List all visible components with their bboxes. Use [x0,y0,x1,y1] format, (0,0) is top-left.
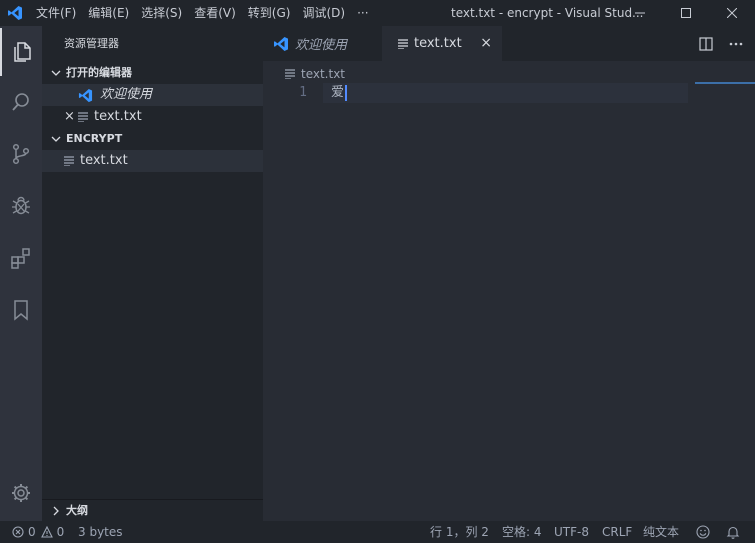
settings-activity-button[interactable] [0,469,42,517]
menu-go[interactable]: 转到(G) [242,0,297,26]
error-icon [12,526,24,538]
open-editor-label: text.txt [94,109,142,124]
window-title: text.txt - encrypt - Visual Stud... [451,6,644,20]
code-line[interactable]: 爱 [331,83,344,103]
file-item-text[interactable]: text.txt [42,150,263,172]
extensions-activity-button[interactable] [0,234,42,282]
close-editor-button[interactable]: × [64,106,78,128]
cursor-position[interactable]: 行 1，列 2 [430,521,489,543]
bookmark-icon [14,300,28,321]
maximize-button[interactable] [663,0,709,26]
split-editor-icon [699,36,713,51]
split-editor-button[interactable] [691,26,721,61]
folder-header[interactable]: ENCRYPT [42,128,263,150]
overview-ruler-marker [695,82,755,84]
smiley-icon [696,525,710,539]
search-icon [12,93,29,111]
more-actions-button[interactable] [721,26,751,61]
vscode-logo-icon [0,0,30,26]
explorer-sidebar: 资源管理器 打开的编辑器 欢迎使用 × text.txt ENCRYPT tex… [42,26,263,521]
text-file-icon [78,112,94,122]
language-mode[interactable]: 纯文本 [643,521,679,543]
problems-indicator[interactable]: 0 0 [12,521,64,543]
tab-label: 欢迎使用 [295,38,348,53]
title-bar: 文件(F) 编辑(E) 选择(S) 查看(V) 转到(G) 调试(D) ··· … [0,0,755,26]
breadcrumb-label: text.txt [301,67,346,81]
explorer-activity-button[interactable] [0,28,42,76]
extensions-icon [11,248,30,269]
current-line-highlight [323,83,688,103]
text-file-icon [64,156,80,166]
chevron-down-icon [46,68,66,78]
breadcrumb[interactable]: text.txt [285,65,345,83]
files-icon [14,42,31,62]
maximize-icon [681,8,691,18]
open-editor-label: 欢迎使用 [100,87,153,102]
editor-actions [691,26,755,61]
tab-welcome[interactable]: 欢迎使用 [263,26,382,61]
sidebar-title: 资源管理器 [64,37,119,50]
indentation[interactable]: 空格: 4 [502,521,542,543]
bell-icon [726,526,740,539]
open-editors-label: 打开的编辑器 [66,66,132,79]
open-editors-header[interactable]: 打开的编辑器 [42,62,263,84]
debug-activity-button[interactable] [0,182,42,230]
text-cursor [345,85,347,101]
chevron-right-icon [46,506,66,516]
menu-bar: 文件(F) 编辑(E) 选择(S) 查看(V) 转到(G) 调试(D) ··· [30,0,375,26]
close-icon [727,8,737,18]
minimize-icon [635,12,645,14]
menu-selection[interactable]: 选择(S) [135,0,188,26]
encoding[interactable]: UTF-8 [554,521,589,543]
line-number: 1 [299,85,307,100]
file-size: 3 bytes [78,525,123,539]
file-label: text.txt [80,153,128,168]
error-count: 0 [28,525,36,539]
menu-edit[interactable]: 编辑(E) [82,0,135,26]
outline-label: 大纲 [66,503,88,517]
chevron-down-icon [46,134,66,144]
close-window-button[interactable] [709,0,755,26]
menu-more[interactable]: ··· [351,0,374,26]
vscode-logo-icon [78,88,94,103]
text-file-icon [398,38,414,49]
ellipsis-icon [729,42,743,45]
close-tab-button[interactable]: × [480,26,492,61]
search-activity-button[interactable] [0,78,42,126]
notifications-button[interactable] [726,521,740,543]
text-file-icon [285,69,301,79]
gear-icon [12,484,30,502]
editor-tabs: 欢迎使用 text.txt × [263,26,755,61]
outline-header[interactable]: 大纲 [42,499,263,521]
vscode-logo-icon [273,36,289,52]
folder-label: ENCRYPT [66,132,123,145]
menu-view[interactable]: 查看(V) [188,0,242,26]
warning-icon [40,526,53,538]
source-control-activity-button[interactable] [0,130,42,178]
debug-icon [12,196,30,215]
tab-label: text.txt [414,36,462,51]
open-editor-item-text[interactable]: × text.txt [42,106,263,128]
bookmarks-activity-button[interactable] [0,286,42,334]
editor-area[interactable]: text.txt 1 爱 [263,61,755,521]
status-bar: 0 0 3 bytes 行 1，列 2 空格: 4 UTF-8 CRLF 纯文本 [0,521,755,543]
open-editor-item-welcome[interactable]: 欢迎使用 [42,84,263,106]
menu-debug[interactable]: 调试(D) [296,0,351,26]
tab-text-txt[interactable]: text.txt × [382,26,502,61]
minimize-button[interactable] [617,0,663,26]
source-control-icon [12,143,30,165]
menu-file[interactable]: 文件(F) [30,0,82,26]
feedback-button[interactable] [696,521,710,543]
activity-bar [0,26,42,521]
end-of-line[interactable]: CRLF [602,521,632,543]
warning-count: 0 [56,525,65,539]
window-controls [617,0,755,26]
